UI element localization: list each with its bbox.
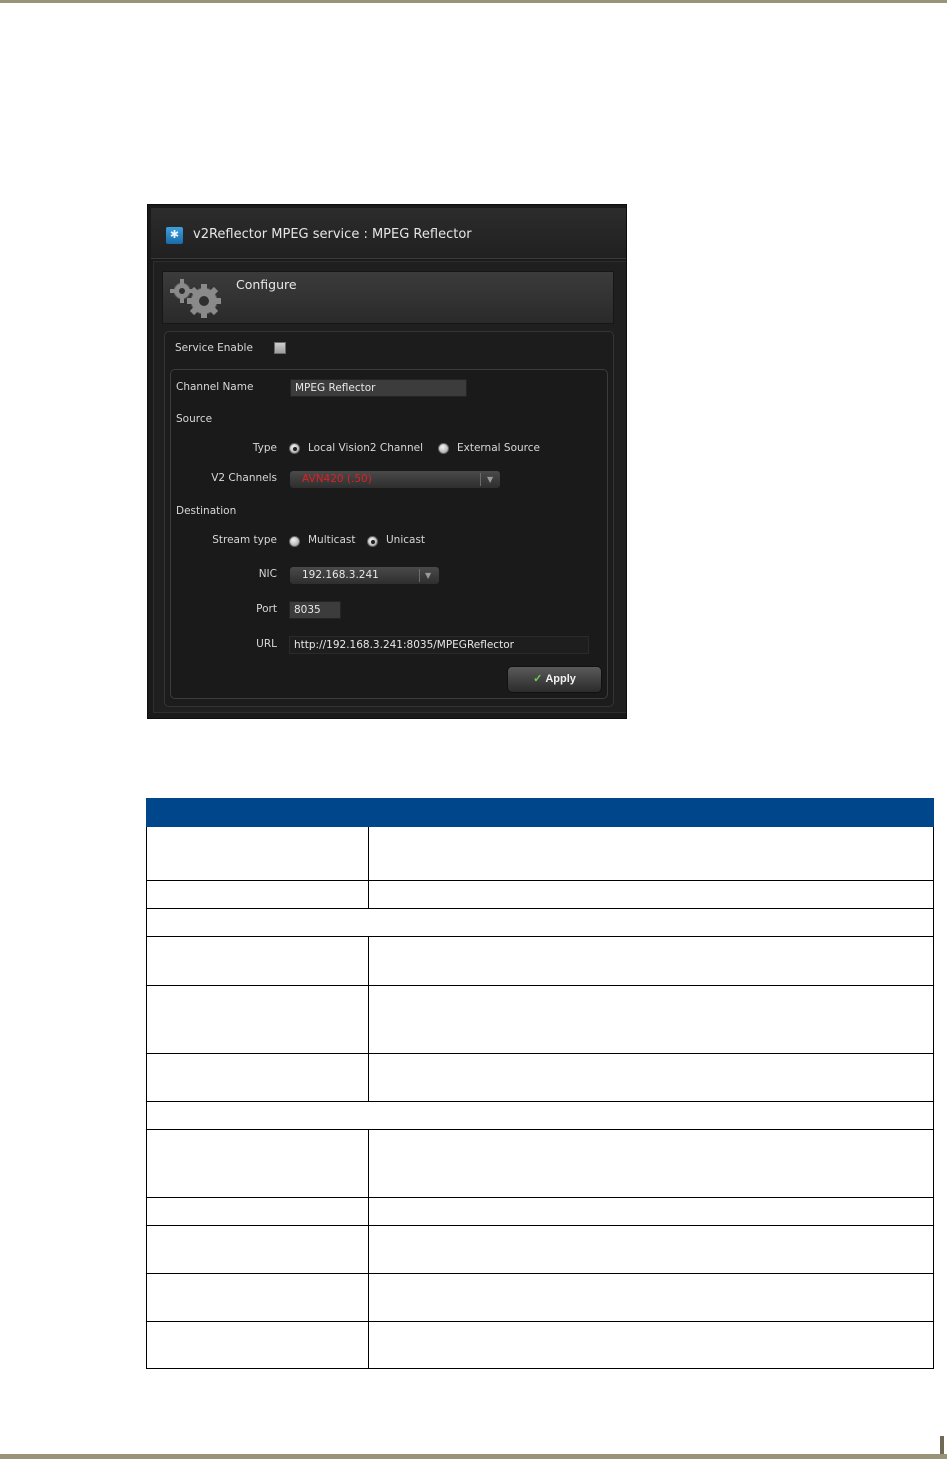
table-row	[146, 937, 934, 986]
table-row	[146, 1054, 934, 1102]
configure-title: Configure	[236, 277, 297, 292]
table-row	[146, 827, 934, 881]
nic-value: 192.168.3.241	[302, 569, 379, 581]
port-label: Port	[256, 603, 277, 615]
type-label: Type	[252, 442, 277, 454]
column-divider	[368, 986, 369, 1053]
table-section-row	[146, 1102, 934, 1130]
type-local-radio[interactable]	[289, 443, 300, 454]
column-divider	[368, 1274, 369, 1321]
window-title: v2Reflector MPEG service : MPEG Reflecto…	[193, 227, 472, 242]
column-divider	[368, 827, 369, 880]
column-divider	[368, 1226, 369, 1273]
checkmark-icon: ✓	[533, 673, 543, 685]
column-divider	[368, 937, 369, 985]
configure-header	[162, 271, 614, 324]
table-section-row	[146, 909, 934, 937]
chevron-down-icon: ▼	[487, 475, 494, 484]
channel-name-label: Channel Name	[176, 381, 254, 393]
apply-label: Apply	[545, 673, 576, 685]
column-divider	[368, 1198, 369, 1225]
v2-channels-select[interactable]: AVN420 (.50) ▼	[289, 470, 501, 489]
stream-unicast-label: Unicast	[386, 534, 426, 546]
bottom-page-rule	[0, 1454, 947, 1459]
type-local-label: Local Vision2 Channel	[308, 442, 424, 454]
service-enable-label: Service Enable	[175, 342, 253, 354]
gears-icon	[170, 279, 221, 318]
app-gear-icon: ✱	[166, 227, 183, 244]
nic-select[interactable]: 192.168.3.241 ▼	[289, 566, 440, 585]
column-divider	[368, 1322, 369, 1368]
service-enable-checkbox[interactable]	[274, 342, 286, 354]
type-external-label: External Source	[457, 442, 540, 454]
table-header	[146, 798, 934, 827]
url-label: URL	[256, 638, 277, 650]
table-row	[146, 1274, 934, 1322]
v2-channels-separator	[480, 473, 481, 486]
table-row	[146, 1130, 934, 1198]
channel-name-input[interactable]: MPEG Reflector	[290, 379, 467, 397]
column-divider	[368, 1130, 369, 1197]
column-divider	[368, 881, 369, 908]
table-row	[146, 1198, 934, 1226]
stream-type-label: Stream type	[212, 534, 277, 546]
apply-button[interactable]: ✓ Apply	[507, 666, 602, 693]
nic-separator	[419, 569, 420, 582]
port-input[interactable]: 8035	[289, 601, 341, 619]
table-row	[146, 881, 934, 909]
table-row	[146, 1322, 934, 1369]
v2-channels-value: AVN420 (.50)	[302, 473, 372, 485]
url-field[interactable]: http://192.168.3.241:8035/MPEGReflector	[289, 636, 589, 654]
page-corner-mark	[940, 1436, 944, 1456]
column-divider	[368, 1054, 369, 1101]
table-row	[146, 986, 934, 1054]
window-titlebar: ✱ v2Reflector MPEG service : MPEG Reflec…	[151, 208, 626, 259]
v2-channels-label: V2 Channels	[211, 472, 277, 484]
stream-multicast-label: Multicast	[308, 534, 356, 546]
destination-heading: Destination	[176, 505, 237, 517]
stream-unicast-radio[interactable]	[367, 536, 378, 547]
chevron-down-icon: ▼	[425, 571, 432, 580]
source-heading: Source	[176, 413, 213, 425]
top-page-rule	[0, 0, 947, 3]
configure-screenshot: ✱ v2Reflector MPEG service : MPEG Reflec…	[147, 204, 627, 719]
stream-multicast-radio[interactable]	[289, 536, 300, 547]
type-external-radio[interactable]	[438, 443, 449, 454]
nic-label: NIC	[258, 568, 277, 580]
table-row	[146, 1226, 934, 1274]
